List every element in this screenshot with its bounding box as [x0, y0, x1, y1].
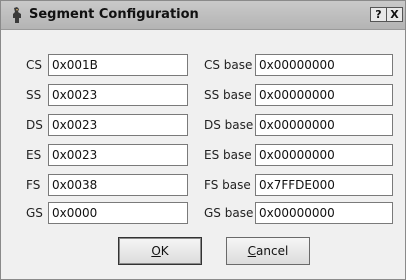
fs-field[interactable]: 0x0038	[48, 174, 188, 196]
ds-base-label: DS base	[204, 118, 254, 132]
es-base-field[interactable]: 0x00000000	[255, 144, 393, 166]
ss-field[interactable]: 0x0023	[48, 84, 188, 106]
title-bar[interactable]: Segment Configuration ? X	[1, 1, 405, 30]
cs-base-label: CS base	[204, 58, 253, 72]
cs-field[interactable]: 0x001B	[48, 54, 188, 76]
cs-base-field[interactable]: 0x00000000	[255, 54, 393, 76]
ss-label: SS	[26, 88, 42, 102]
cs-label: CS	[26, 58, 42, 72]
help-button[interactable]: ?	[370, 7, 387, 22]
cancel-mnemonic: C	[247, 244, 257, 258]
cancel-button[interactable]: Cancel	[226, 237, 310, 265]
app-icon	[13, 7, 21, 23]
ok-mnemonic: O	[151, 244, 161, 258]
fs-label: FS	[26, 178, 41, 192]
gs-base-field[interactable]: 0x00000000	[255, 202, 393, 224]
es-label: ES	[26, 148, 42, 162]
ds-label: DS	[26, 118, 43, 132]
ds-field[interactable]: 0x0023	[48, 114, 188, 136]
es-base-label: ES base	[204, 148, 252, 162]
gs-base-label: GS base	[204, 206, 254, 220]
fs-base-label: FS base	[204, 178, 251, 192]
fs-base-field[interactable]: 0x7FFDE000	[255, 174, 393, 196]
cancel-label-rest: ancel	[256, 244, 289, 258]
ok-label-rest: K	[160, 244, 169, 258]
ss-base-field[interactable]: 0x00000000	[255, 84, 393, 106]
dialog-title: Segment Configuration	[29, 7, 199, 22]
es-field[interactable]: 0x0023	[48, 144, 188, 166]
ds-base-field[interactable]: 0x00000000	[255, 114, 393, 136]
close-button[interactable]: X	[386, 7, 403, 22]
gs-label: GS	[26, 206, 43, 220]
segment-configuration-dialog: Segment Configuration ? X CS 0x001B CS b…	[0, 0, 406, 280]
gs-field[interactable]: 0x0000	[48, 202, 188, 224]
ss-base-label: SS base	[204, 88, 252, 102]
ok-button[interactable]: OK	[118, 237, 202, 265]
